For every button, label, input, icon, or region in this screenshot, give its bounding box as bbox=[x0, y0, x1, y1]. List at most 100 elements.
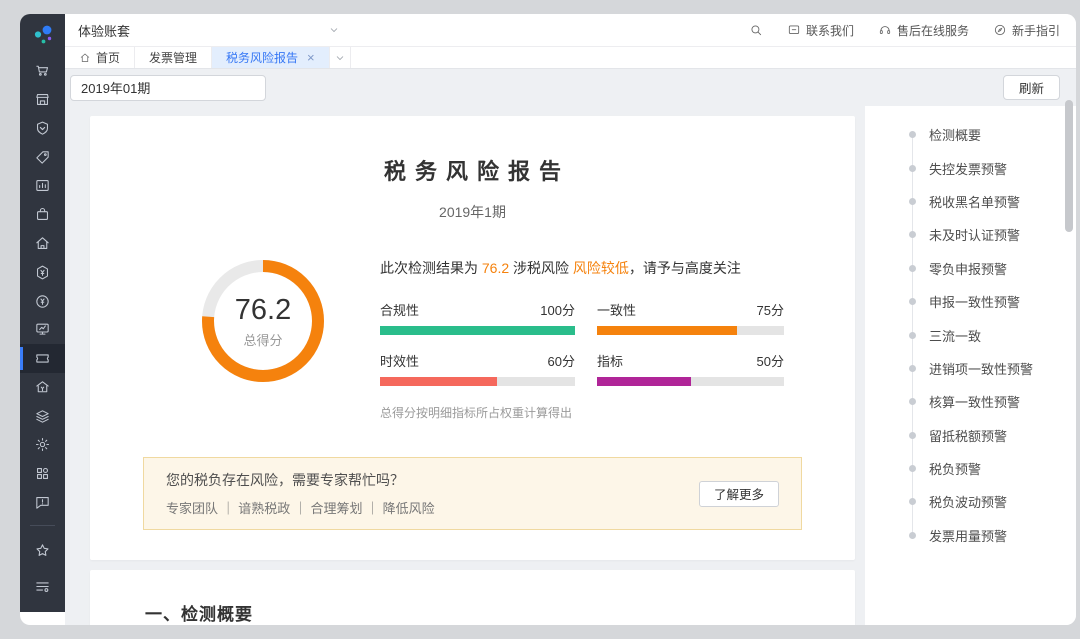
icon-sidebar bbox=[20, 14, 65, 612]
metric-indicator: 指标50分 bbox=[597, 351, 784, 386]
tag-icon bbox=[34, 149, 51, 166]
sidebar-item-menu-settings[interactable] bbox=[20, 568, 65, 604]
sidebar-item-layers[interactable] bbox=[20, 402, 65, 431]
sidebar-item-home-building[interactable] bbox=[20, 229, 65, 258]
anchor-item-tax-fluctuation[interactable]: 税负波动预警 bbox=[865, 485, 1076, 518]
anchor-item-zero-filing[interactable]: 零负申报预警 bbox=[865, 252, 1076, 285]
anchor-item-io-consistency[interactable]: 进销项一致性预警 bbox=[865, 352, 1076, 385]
sidebar-item-settings[interactable] bbox=[20, 431, 65, 460]
tab-home-label: 首页 bbox=[96, 49, 120, 66]
detection-summary-card: 一、检测概要 经检测，贵司共存在4项风险预警。具体内容如下。 bbox=[90, 570, 855, 625]
anchor-item-blacklist[interactable]: 税收黑名单预警 bbox=[865, 185, 1076, 218]
refresh-button[interactable]: 刷新 bbox=[1003, 75, 1060, 100]
metric-label: 指标 bbox=[597, 351, 623, 370]
tab-invoice-management[interactable]: 发票管理 bbox=[135, 47, 212, 68]
metric-bar-fill bbox=[597, 377, 691, 386]
tab-tax-risk-report[interactable]: 税务风险报告 × bbox=[212, 47, 329, 68]
star-icon bbox=[34, 542, 51, 559]
report-period: 2019年1期 bbox=[90, 202, 855, 222]
hexagon-yen-icon bbox=[34, 264, 51, 281]
bank-yen-icon bbox=[34, 379, 51, 396]
sidebar-item-chart[interactable] bbox=[20, 171, 65, 200]
metric-label: 合规性 bbox=[380, 300, 419, 319]
after-sales-service-button[interactable]: 售后在线服务 bbox=[878, 22, 969, 39]
ticket-invoice-icon bbox=[34, 350, 51, 367]
banner-subtitle: 专家团队 ｜ 谙熟税政 ｜ 合理筹划 ｜ 降低风险 bbox=[166, 498, 435, 517]
contact-us-label: 联系我们 bbox=[806, 22, 854, 39]
tab-home[interactable]: 首页 bbox=[65, 47, 135, 68]
score-row: 76.2 总得分 此次检测结果为 76.2 涉税风险 风险较低，请予与高度关注 bbox=[90, 256, 855, 421]
metric-compliance: 合规性100分 bbox=[380, 300, 575, 335]
desktop-background: 体验账套 联系我们 售后在线服务 bbox=[0, 0, 1080, 639]
score-note: 总得分按明细指标所占权重计算得出 bbox=[380, 404, 784, 421]
result-score: 76.2 bbox=[482, 260, 509, 276]
account-switcher[interactable]: 体验账套 bbox=[78, 21, 340, 40]
tab-list-dropdown[interactable] bbox=[329, 47, 351, 68]
metric-label: 时效性 bbox=[380, 351, 419, 370]
sidebar-divider bbox=[30, 525, 55, 526]
tab-close-icon[interactable]: × bbox=[307, 50, 315, 65]
anchor-item-accounting-consistency[interactable]: 核算一致性预警 bbox=[865, 385, 1076, 418]
result-summary-line: 此次检测结果为 76.2 涉税风险 风险较低，请予与高度关注 bbox=[380, 258, 784, 278]
content-area: 税务风险报告 2019年1期 76.2 总得分 bbox=[65, 106, 1076, 625]
metric-bar-track bbox=[380, 377, 575, 386]
after-sales-label: 售后在线服务 bbox=[897, 22, 969, 39]
sidebar-item-monitor[interactable] bbox=[20, 315, 65, 344]
anchor-item-lost-invoice[interactable]: 失控发票预警 bbox=[865, 151, 1076, 184]
anchor-item-overview[interactable]: 检测概要 bbox=[865, 118, 1076, 151]
metric-timeliness: 时效性 60分 bbox=[380, 351, 575, 386]
sidebar-item-feedback[interactable] bbox=[20, 488, 65, 517]
sidebar-item-apps[interactable] bbox=[20, 459, 65, 488]
main-area: 体验账套 联系我们 售后在线服务 bbox=[65, 14, 1076, 625]
sidebar-item-invoice-active[interactable] bbox=[20, 344, 65, 373]
sidebar-item-coin[interactable] bbox=[20, 287, 65, 316]
list-settings-icon bbox=[34, 578, 51, 595]
report-title: 税务风险报告 bbox=[90, 154, 855, 186]
contact-us-button[interactable]: 联系我们 bbox=[787, 22, 854, 39]
anchor-item-invoice-usage[interactable]: 发票用量预警 bbox=[865, 519, 1076, 552]
result-suffix: ，请予与高度关注 bbox=[629, 260, 741, 276]
score-donut-center: 76.2 总得分 bbox=[198, 256, 328, 386]
filter-bar: 刷新 bbox=[65, 69, 1076, 106]
report-summary-card: 税务风险报告 2019年1期 76.2 总得分 bbox=[90, 116, 855, 560]
metric-label: 一致性 bbox=[597, 300, 636, 319]
tab-report-label: 税务风险报告 bbox=[226, 49, 298, 66]
sidebar-item-tag[interactable] bbox=[20, 143, 65, 172]
anchor-item-uncertified[interactable]: 未及时认证预警 bbox=[865, 218, 1076, 251]
tab-bar: 首页 发票管理 税务风险报告 × bbox=[65, 47, 1076, 69]
anchor-item-three-flow[interactable]: 三流一致 bbox=[865, 318, 1076, 351]
period-input[interactable] bbox=[70, 75, 266, 101]
sidebar-item-bag[interactable] bbox=[20, 200, 65, 229]
vertical-scrollbar-thumb[interactable] bbox=[1065, 100, 1073, 232]
sidebar-item-badge[interactable] bbox=[20, 114, 65, 143]
app-window: 体验账套 联系我们 售后在线服务 bbox=[20, 14, 1076, 625]
metric-bar-fill bbox=[380, 377, 497, 386]
metric-bar-fill bbox=[597, 326, 737, 335]
metric-score: 60分 bbox=[548, 351, 575, 370]
total-score-value: 76.2 bbox=[235, 294, 291, 327]
result-mid: 涉税风险 bbox=[509, 260, 573, 276]
logo-dots-icon bbox=[31, 23, 55, 47]
sidebar-item-cart[interactable] bbox=[20, 56, 65, 85]
sidebar-item-favorites[interactable] bbox=[20, 532, 65, 568]
sidebar-item-hex-coin[interactable] bbox=[20, 258, 65, 287]
anchor-item-filing-consistency[interactable]: 申报一致性预警 bbox=[865, 285, 1076, 318]
layers-icon bbox=[34, 408, 51, 425]
toolbar-right-group: 联系我们 售后在线服务 新手指引 bbox=[749, 22, 1060, 39]
metric-bar-fill bbox=[380, 326, 575, 335]
search-button[interactable] bbox=[749, 23, 763, 37]
anchor-item-tax-burden[interactable]: 税负预警 bbox=[865, 452, 1076, 485]
metric-consistency: 一致性75分 bbox=[597, 300, 784, 335]
learn-more-button[interactable]: 了解更多 bbox=[699, 481, 779, 507]
result-prefix: 此次检测结果为 bbox=[380, 260, 482, 276]
search-icon bbox=[749, 23, 763, 37]
metric-bar-track bbox=[380, 326, 575, 335]
beginner-guide-label: 新手指引 bbox=[1012, 22, 1060, 39]
beginner-guide-button[interactable]: 新手指引 bbox=[993, 22, 1060, 39]
sidebar-item-store[interactable] bbox=[20, 85, 65, 114]
result-risk-level: 风险较低 bbox=[573, 260, 629, 276]
anchor-item-retained-tax[interactable]: 留抵税额预警 bbox=[865, 419, 1076, 452]
top-toolbar: 体验账套 联系我们 售后在线服务 bbox=[65, 14, 1076, 47]
home-icon bbox=[79, 52, 91, 64]
sidebar-item-bank[interactable] bbox=[20, 373, 65, 402]
